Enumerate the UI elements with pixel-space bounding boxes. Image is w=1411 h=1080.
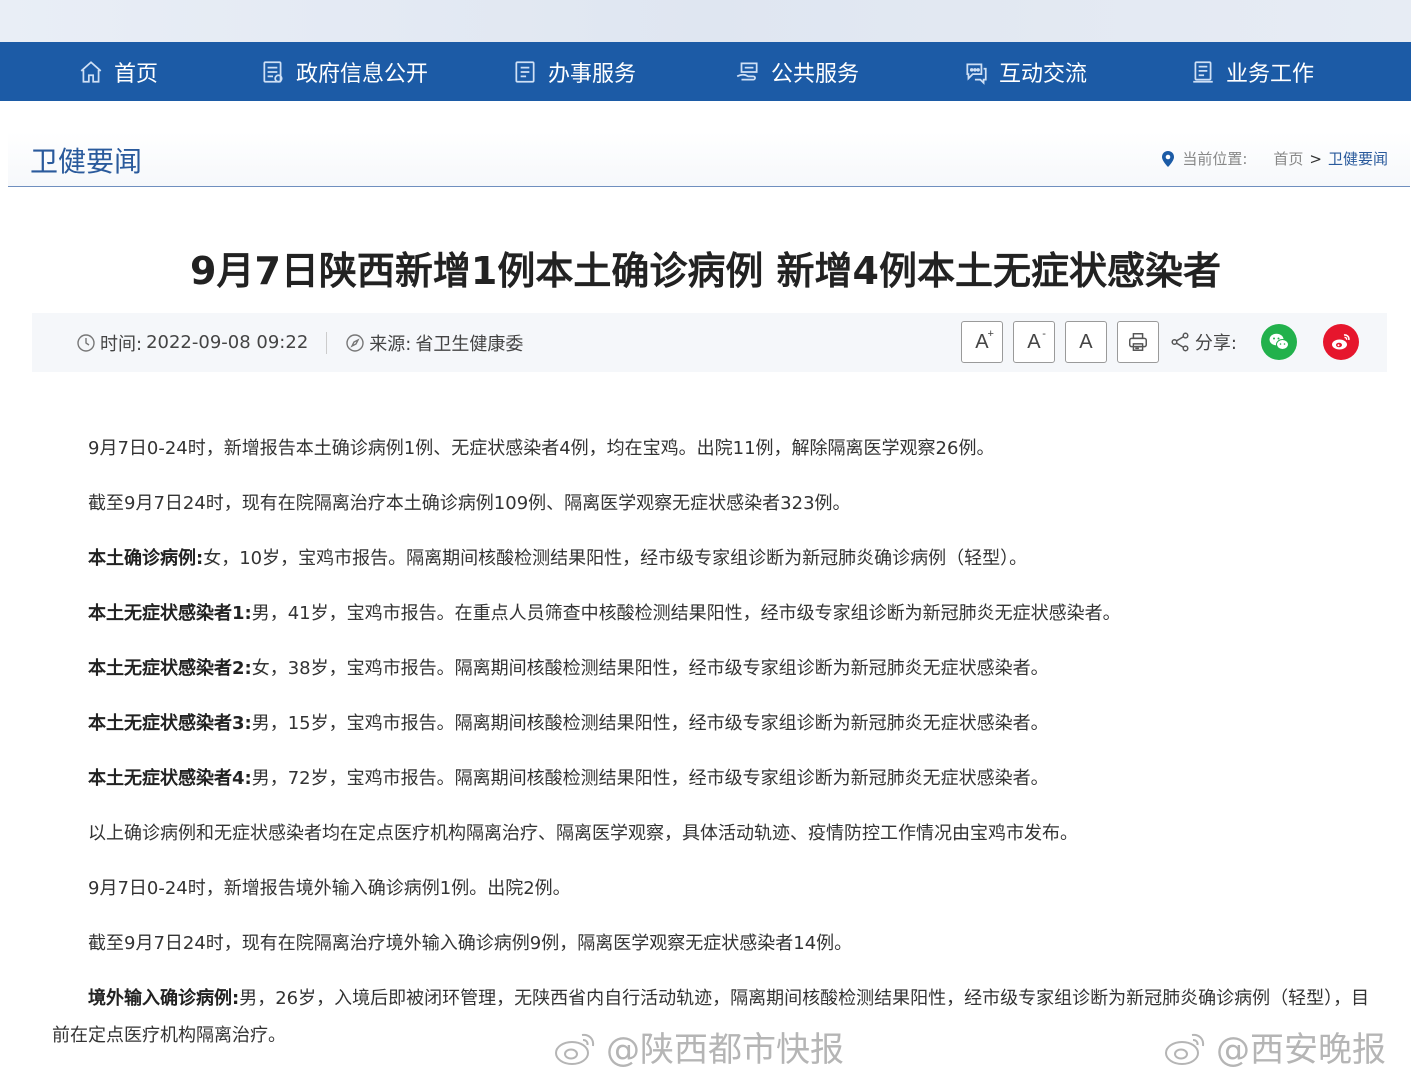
paragraph: 以上确诊病例和无症状感染者均在定点医疗机构隔离治疗、隔离医学观察，具体活动轨迹、… [88, 823, 1078, 844]
breadcrumb-home-link[interactable]: 首页 [1273, 148, 1303, 169]
nav-item-business[interactable]: 业务工作 [1190, 42, 1314, 101]
nav-label: 政府信息公开 [296, 61, 429, 87]
wechat-icon [1269, 333, 1289, 350]
nav-label: 公共服务 [771, 61, 860, 87]
paragraph: 本土无症状感染者2:女，38岁，宝鸡市报告。隔离期间核酸检测结果阳性，经市级专家… [88, 658, 1049, 679]
source-value: 省卫生健康委 [415, 333, 524, 355]
publish-time: 时间: 2022-09-08 09:22 [76, 330, 308, 356]
meta-divider [326, 331, 328, 354]
print-button[interactable] [1116, 321, 1159, 363]
font-reset-button[interactable]: A [1064, 321, 1107, 363]
nav-item-public-services[interactable]: 公共服务 [735, 42, 859, 101]
article-body: 9月7日0-24时，新增报告本土确诊病例1例、无症状感染者4例，均在宝鸡。出院1… [52, 430, 1372, 1072]
section-header: 卫健要闻 当前位置: 首页 > 卫健要闻 [8, 132, 1410, 187]
article-source: 来源: 省卫生健康委 [345, 330, 523, 356]
time-value: 2022-09-08 09:22 [146, 332, 309, 353]
share-weibo-button[interactable] [1323, 324, 1359, 360]
share-wechat-button[interactable] [1261, 324, 1297, 360]
paragraph: 本土确诊病例:女，10岁，宝鸡市报告。隔离期间核酸检测结果阳性，经市级专家组诊断… [88, 548, 1028, 569]
nav-item-interaction[interactable]: 互动交流 [963, 42, 1087, 101]
paragraph: 截至9月7日24时，现有在院隔离治疗本土确诊病例109例、隔离医学观察无症状感染… [88, 493, 851, 514]
paragraph: 9月7日0-24时，新增报告本土确诊病例1例、无症状感染者4例，均在宝鸡。出院1… [88, 438, 995, 459]
chat-bubbles-icon [966, 63, 987, 85]
article-title: 9月7日陕西新增1例本土确诊病例 新增4例本土无症状感染者 [190, 249, 1221, 293]
breadcrumb-prefix: 当前位置: [1182, 150, 1248, 168]
breadcrumb-separator: > [1309, 149, 1322, 168]
share-label: 分享: [1169, 329, 1237, 355]
paragraph: 本土无症状感染者4:男，72岁，宝鸡市报告。隔离期间核酸检测结果阳性，经市级专家… [88, 768, 1049, 789]
paragraph: 本土无症状感染者1:男，41岁，宝鸡市报告。在重点人员筛查中核酸检测结果阳性，经… [88, 603, 1121, 624]
top-banner [0, 0, 1411, 42]
weibo-logo-icon [555, 1033, 595, 1065]
nav-label: 互动交流 [999, 61, 1088, 87]
form-icon [515, 60, 535, 83]
hand-service-icon [736, 61, 758, 80]
watermark: @陕西都市快报 [552, 1022, 844, 1071]
weibo-logo-icon [1165, 1033, 1205, 1065]
compass-icon [346, 333, 364, 352]
nav-label: 首页 [114, 61, 159, 87]
breadcrumb: 当前位置: 首页 > 卫健要闻 [1160, 148, 1388, 169]
book-icon [1193, 60, 1213, 83]
share-icon [1171, 332, 1189, 352]
paragraph: 本土无症状感染者3:男，15岁，宝鸡市报告。隔离期间核酸检测结果阳性，经市级专家… [88, 713, 1049, 734]
paragraph: 截至9月7日24时，现有在院隔离治疗境外输入确诊病例9例，隔离医学观察无症状感染… [88, 933, 853, 954]
watermark: @西安晚报 [1162, 1022, 1386, 1071]
nav-item-home[interactable]: 首页 [78, 42, 158, 101]
article-tools: A + A- A 分享: [960, 321, 1359, 363]
weibo-icon [1332, 334, 1350, 350]
font-increase-button[interactable]: A + [960, 321, 1003, 363]
source-label: 来源: [369, 333, 412, 355]
location-pin-icon [1162, 150, 1175, 167]
main-nav: 首页 政府信息公开 办事服务 公共服务 互动交流 业务工作 [0, 42, 1411, 101]
home-icon [80, 60, 102, 83]
breadcrumb-current[interactable]: 卫健要闻 [1328, 148, 1388, 169]
time-label: 时间: [100, 333, 143, 355]
article-meta-bar: 时间: 2022-09-08 09:22 来源: 省卫生健康委 A+ A- A [32, 313, 1387, 372]
clock-icon [77, 333, 95, 352]
nav-label: 业务工作 [1226, 61, 1315, 87]
document-list-icon [263, 60, 283, 83]
font-decrease-button[interactable]: A- [1012, 321, 1055, 363]
printer-icon [1128, 333, 1147, 351]
section-title: 卫健要闻 [30, 145, 143, 178]
nav-label: 办事服务 [548, 61, 637, 87]
nav-item-services[interactable]: 办事服务 [512, 42, 636, 101]
paragraph: 9月7日0-24时，新增报告境外输入确诊病例1例。出院2例。 [88, 878, 571, 899]
nav-item-gov-info[interactable]: 政府信息公开 [260, 42, 428, 101]
